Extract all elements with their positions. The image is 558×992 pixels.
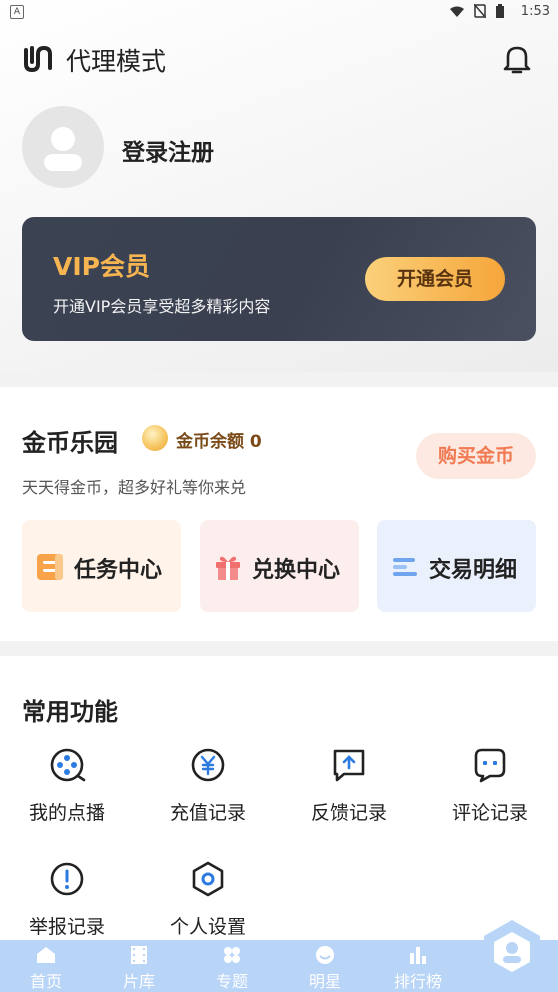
nav-stars[interactable]: 明星: [295, 940, 355, 992]
comment-icon: [474, 748, 506, 783]
status-bar: A 1:53: [0, 0, 558, 24]
no-sim-icon: [473, 3, 487, 19]
coin-park-section: 金币乐园 金币余额 0 天天得金币，超多好礼等你来兑 购买金币 任务中心 兑换中…: [0, 387, 558, 641]
nav-topics[interactable]: 专题: [202, 940, 262, 992]
task-center-tile[interactable]: 任务中心: [22, 520, 181, 612]
report-records-item[interactable]: 举报记录: [7, 860, 127, 939]
bell-icon[interactable]: [500, 42, 534, 76]
settings-icon: [192, 861, 224, 897]
list-icon: [393, 558, 417, 576]
ranking-icon: [410, 947, 426, 964]
func-label: 评论记录: [451, 802, 528, 824]
brand-logo-icon[interactable]: [22, 42, 58, 76]
report-icon: [50, 862, 84, 896]
nav-label: 排行榜: [393, 972, 442, 991]
profile-icon[interactable]: [478, 918, 546, 986]
topic-icon: [224, 947, 240, 963]
wifi-icon: [450, 6, 465, 17]
yen-icon: [191, 748, 225, 782]
func-label: 充值记录: [169, 802, 246, 824]
tile-label: 兑换中心: [252, 558, 341, 583]
user-icon: [44, 127, 82, 171]
coin-icon: [142, 425, 168, 451]
feedback-icon: [333, 749, 365, 782]
film-reel-icon: [50, 748, 86, 782]
task-icon: [37, 554, 63, 580]
nav-label: 明星: [308, 972, 341, 991]
coin-park-title: 金币乐园: [22, 429, 118, 457]
login-register-link[interactable]: 登录注册: [122, 133, 214, 167]
func-label: 个人设置: [169, 916, 246, 938]
vip-card: VIP会员 开通VIP会员享受超多精彩内容 开通会员: [22, 217, 536, 341]
feedback-records-item[interactable]: 反馈记录: [289, 746, 409, 825]
nav-library[interactable]: 片库: [109, 940, 169, 992]
coin-balance: 金币余额 0: [176, 432, 262, 452]
my-vod-item[interactable]: 我的点播: [7, 746, 127, 825]
system-icons: [450, 3, 504, 21]
bottom-nav: 首页 片库 专题 明星 排行榜: [0, 940, 558, 992]
film-icon: [131, 946, 147, 964]
func-label: 反馈记录: [310, 802, 387, 824]
func-label: 我的点播: [28, 802, 105, 824]
nav-label: 片库: [122, 972, 155, 991]
nav-label: 首页: [29, 972, 62, 991]
open-vip-button[interactable]: 开通会员: [365, 257, 505, 301]
tile-label: 任务中心: [74, 558, 163, 583]
gift-icon: [216, 556, 240, 580]
star-face-icon: [316, 946, 334, 964]
page-title: 代理模式: [66, 47, 167, 76]
battery-icon: [496, 4, 504, 18]
transaction-details-tile[interactable]: 交易明细: [377, 520, 536, 612]
vip-title: VIP会员: [53, 252, 150, 281]
avatar[interactable]: [22, 106, 104, 188]
notification-icon: A: [10, 5, 24, 19]
func-label: 举报记录: [28, 916, 105, 938]
exchange-center-tile[interactable]: 兑换中心: [200, 520, 359, 612]
common-functions-section: 常用功能 我的点播 充值记录 反馈记录 评论记录 举报记录 个人设置: [0, 656, 558, 946]
common-functions-title: 常用功能: [22, 698, 118, 726]
home-icon: [37, 947, 55, 963]
nav-home[interactable]: 首页: [16, 940, 76, 992]
recharge-records-item[interactable]: 充值记录: [148, 746, 268, 825]
tile-label: 交易明细: [429, 558, 518, 583]
personal-settings-item[interactable]: 个人设置: [148, 860, 268, 939]
vip-subtitle: 开通VIP会员享受超多精彩内容: [53, 297, 271, 316]
nav-label: 专题: [215, 972, 248, 991]
clock: 1:53: [520, 4, 550, 19]
nav-ranking[interactable]: 排行榜: [388, 940, 448, 992]
buy-coins-button[interactable]: 购买金币: [416, 433, 536, 479]
comment-records-item[interactable]: 评论记录: [430, 746, 550, 825]
coin-park-subtitle: 天天得金币，超多好礼等你来兑: [22, 478, 247, 497]
